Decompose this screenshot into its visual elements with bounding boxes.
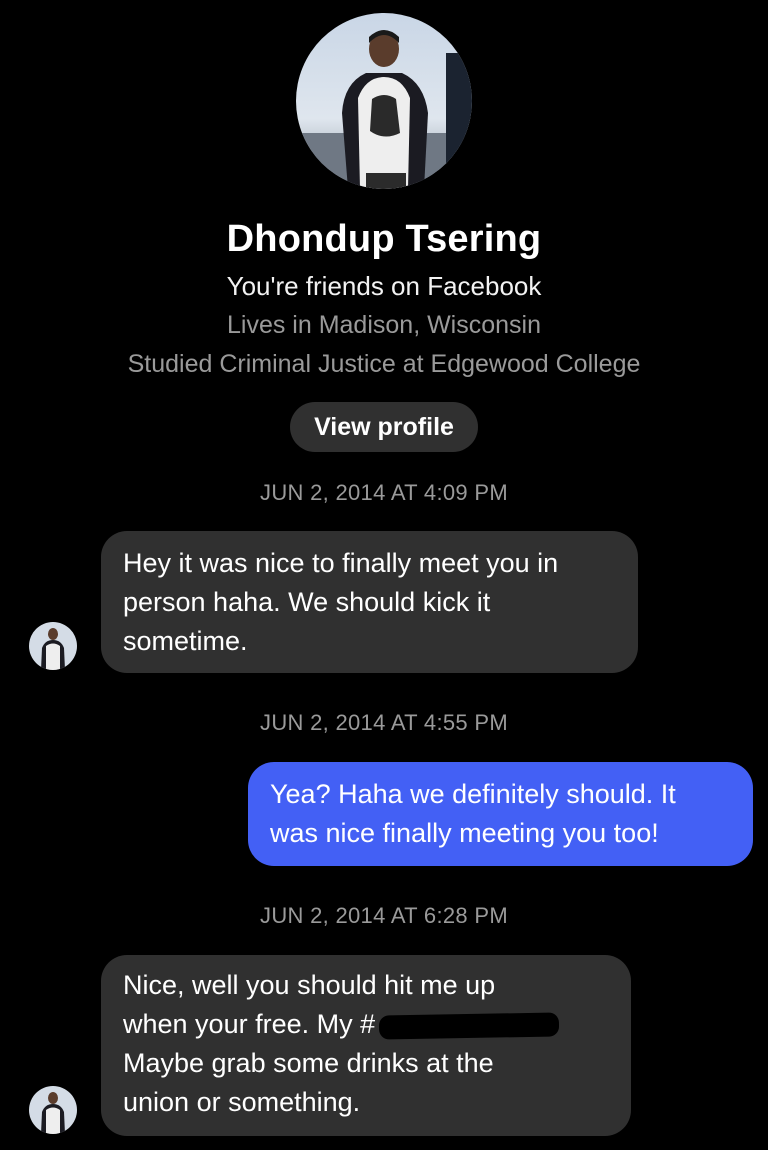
studied-at: Studied Criminal Justice at Edgewood Col… bbox=[127, 350, 641, 378]
message-timestamp: JUN 2, 2014 AT 4:55 PM bbox=[260, 710, 508, 735]
sender-avatar[interactable] bbox=[29, 622, 77, 670]
incoming-message[interactable]: Nice, well you should hit me up when you… bbox=[101, 955, 631, 1136]
view-profile-button[interactable]: View profile bbox=[290, 402, 478, 452]
message-timestamp: JUN 2, 2014 AT 6:28 PM bbox=[260, 903, 508, 928]
message-line: Maybe grab some drinks at the bbox=[123, 1048, 494, 1078]
message-line: person haha. We should kick it bbox=[123, 587, 491, 617]
message-line: Nice, well you should hit me up bbox=[123, 970, 496, 1000]
redaction-mark bbox=[378, 1012, 560, 1040]
incoming-message[interactable]: Hey it was nice to finally meet you in p… bbox=[101, 531, 638, 673]
friend-status: You're friends on Facebook bbox=[226, 271, 542, 301]
profile-avatar[interactable] bbox=[296, 13, 472, 189]
message-timestamp: JUN 2, 2014 AT 4:09 PM bbox=[260, 480, 508, 505]
message-line-text: when your free. My # bbox=[123, 1009, 376, 1039]
sender-photo bbox=[29, 622, 77, 670]
sender-avatar[interactable] bbox=[29, 1086, 77, 1134]
sender-photo bbox=[29, 1086, 77, 1134]
profile-photo bbox=[296, 13, 472, 189]
message-line: union or something. bbox=[123, 1087, 361, 1117]
message-line-with-redaction: when your free. My # bbox=[123, 1005, 609, 1044]
message-line: Hey it was nice to finally meet you in bbox=[123, 548, 559, 578]
message-line: was nice finally meeting you too! bbox=[270, 818, 659, 848]
message-line: sometime. bbox=[123, 626, 248, 656]
contact-name: Dhondup Tsering bbox=[226, 218, 542, 260]
message-line: Yea? Haha we definitely should. It bbox=[270, 779, 676, 809]
lives-in: Lives in Madison, Wisconsin bbox=[226, 311, 541, 339]
outgoing-message[interactable]: Yea? Haha we definitely should. It was n… bbox=[248, 762, 753, 866]
